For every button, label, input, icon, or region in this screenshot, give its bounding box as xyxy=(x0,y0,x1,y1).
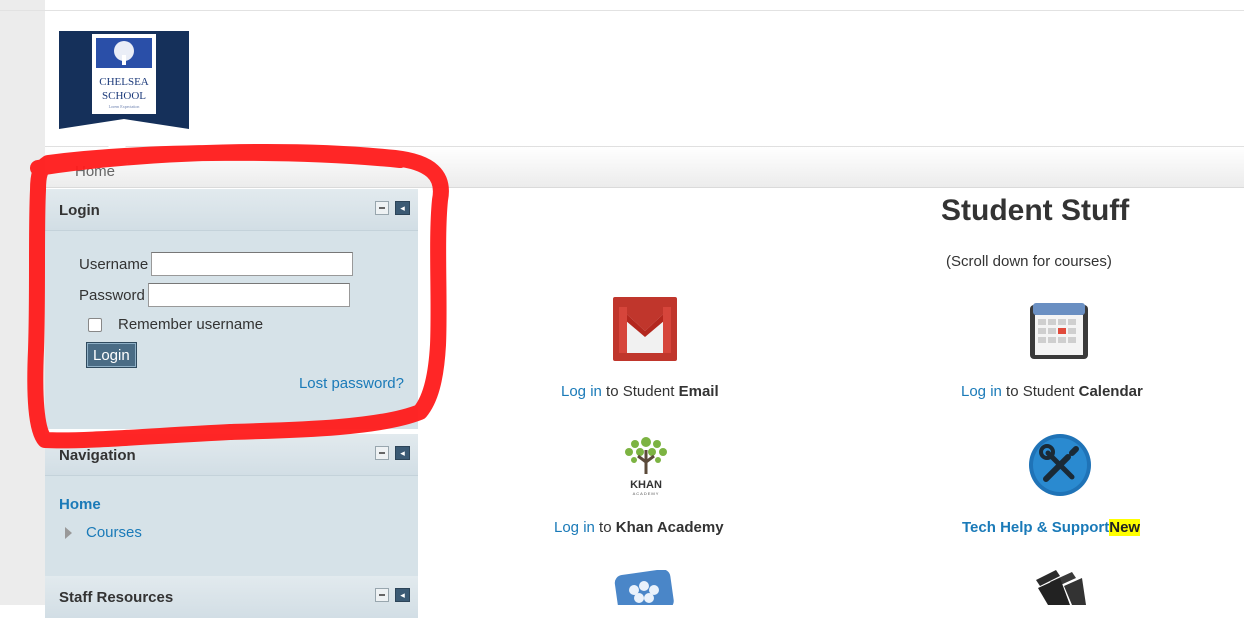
login-button[interactable]: Login xyxy=(86,342,137,368)
dock-icon[interactable]: ◂ xyxy=(395,446,410,460)
svg-text:Lorem Expectation: Lorem Expectation xyxy=(109,104,140,109)
nav-courses-label[interactable]: Courses xyxy=(86,524,142,541)
remember-checkbox[interactable] xyxy=(88,317,102,332)
calendar-label: Calendar xyxy=(1078,383,1143,400)
staff-resources-block: Staff Resources ◂ xyxy=(45,576,418,618)
new-badge: New xyxy=(1109,519,1141,536)
navigation-block-header: Navigation ◂ xyxy=(45,434,418,476)
svg-text:CHELSEA: CHELSEA xyxy=(99,76,149,88)
navigation-block-title: Navigation xyxy=(59,447,136,464)
calendar-login-link[interactable]: Log in xyxy=(961,383,1002,400)
minimize-icon[interactable] xyxy=(375,588,389,602)
khan-tile-caption: Log in to Khan Academy xyxy=(554,519,724,536)
navigation-block: Navigation ◂ Home Courses xyxy=(45,434,418,580)
calendar-icon[interactable] xyxy=(1027,299,1091,367)
staff-block-title: Staff Resources xyxy=(59,589,174,606)
dock-icon[interactable]: ◂ xyxy=(395,201,410,215)
tech-tile-caption: Tech Help & SupportNew xyxy=(962,519,1141,536)
calendar-tile-caption: Log in to Student Calendar xyxy=(961,383,1143,400)
scroll-note: (Scroll down for courses) xyxy=(946,253,1112,270)
login-block-title: Login xyxy=(59,202,100,219)
nav-home-link[interactable]: Home xyxy=(59,496,101,513)
staff-block-header: Staff Resources ◂ xyxy=(45,576,418,618)
nav-notch xyxy=(108,138,126,147)
lost-password-link[interactable]: Lost password? xyxy=(299,375,404,392)
minimize-icon[interactable] xyxy=(375,446,389,460)
tools-icon[interactable] xyxy=(1028,433,1092,501)
gmail-icon[interactable] xyxy=(613,297,677,365)
login-block: Login ◂ Username Password Remember usern… xyxy=(45,189,418,429)
page-title: Student Stuff xyxy=(941,194,1130,227)
email-label: Email xyxy=(678,383,719,400)
nav-courses-item[interactable]: Courses xyxy=(65,524,142,541)
username-label: Username xyxy=(79,255,149,273)
site-header: CHELSEA SCHOOL Lorem Expectation xyxy=(45,11,1244,146)
login-block-header: Login ◂ xyxy=(45,189,418,231)
svg-text:KHAN: KHAN xyxy=(630,479,662,491)
email-login-link[interactable]: Log in xyxy=(561,383,602,400)
tech-help-link[interactable]: Tech Help & Support xyxy=(962,519,1109,536)
username-input[interactable] xyxy=(151,252,354,276)
books-icon[interactable] xyxy=(1030,568,1088,609)
khan-login-link[interactable]: Log in xyxy=(554,519,595,536)
svg-text:SCHOOL: SCHOOL xyxy=(102,90,146,102)
password-label: Password xyxy=(79,286,145,304)
password-input[interactable] xyxy=(147,283,350,307)
nav-bar: Home xyxy=(45,146,1244,188)
dock-icon[interactable]: ◂ xyxy=(395,588,410,602)
school-logo[interactable]: CHELSEA SCHOOL Lorem Expectation xyxy=(59,31,189,129)
khan-academy-icon[interactable]: KHAN ACADEMY xyxy=(620,432,672,502)
remember-label: Remember username xyxy=(118,316,264,333)
svg-text:ACADEMY: ACADEMY xyxy=(633,491,660,496)
left-gutter xyxy=(0,0,45,605)
expand-triangle-icon[interactable] xyxy=(65,526,72,539)
breadcrumb-home[interactable]: Home xyxy=(75,163,115,180)
people-icon[interactable] xyxy=(612,569,676,615)
khan-label: Khan Academy xyxy=(615,519,724,536)
login-form: Username Password Remember username Logi… xyxy=(45,231,418,429)
email-tile-caption: Log in to Student Email xyxy=(561,383,719,400)
minimize-icon[interactable] xyxy=(375,201,389,215)
